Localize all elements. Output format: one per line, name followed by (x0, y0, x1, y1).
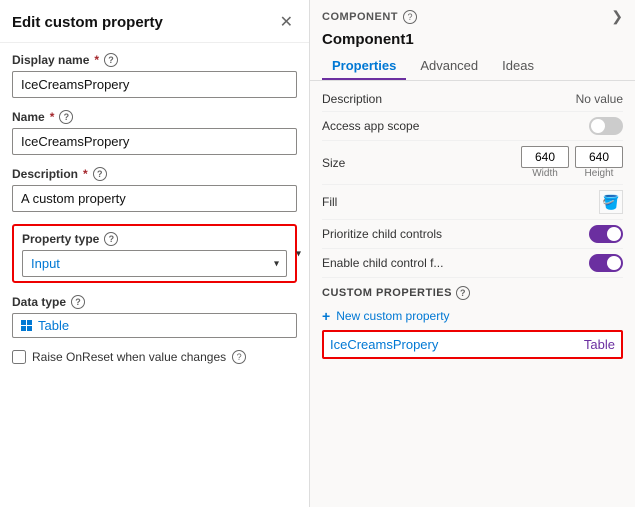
edit-property-panel: Edit custom property ✕ Display name * ? … (0, 0, 310, 507)
prop-label-size: Size (322, 156, 345, 170)
data-type-info-icon[interactable]: ? (71, 295, 85, 309)
tab-ideas[interactable]: Ideas (492, 52, 544, 80)
tab-advanced[interactable]: Advanced (410, 52, 488, 80)
property-type-label: Property type ? (22, 232, 287, 246)
name-label: Name * ? (12, 110, 297, 124)
name-input[interactable] (12, 128, 297, 155)
table-icon (21, 320, 32, 331)
display-name-input[interactable] (12, 71, 297, 98)
property-type-section: Property type ? Input Output Event ▾ (12, 224, 297, 283)
name-group: Name * ? (12, 110, 297, 155)
size-height-field: Height (575, 146, 623, 179)
display-name-group: Display name * ? (12, 53, 297, 98)
component-name: Component1 (310, 29, 635, 52)
right-panel-header: COMPONENT ? ❯ (310, 0, 635, 29)
custom-properties-label: CUSTOM PROPERTIES (322, 287, 452, 299)
required-star: * (94, 53, 99, 67)
prop-row-access-app-scope: Access app scope (322, 112, 623, 141)
toggle-knob (591, 119, 605, 133)
prop-label-enable-child: Enable child control f... (322, 256, 443, 270)
raise-onreset-row: Raise OnReset when value changes ? (12, 350, 297, 364)
size-inputs: Width Height (521, 146, 623, 179)
size-height-input[interactable] (575, 146, 623, 168)
access-app-scope-toggle[interactable] (589, 117, 623, 135)
data-type-select[interactable]: Table Text Number Boolean (38, 318, 288, 333)
prop-value-description: No value (576, 92, 623, 106)
fill-swatch[interactable]: 🪣 (599, 190, 623, 214)
data-type-label: Data type ? (12, 295, 297, 309)
size-width-input[interactable] (521, 146, 569, 168)
custom-prop-name[interactable]: IceCreamsPropery (330, 337, 438, 352)
raise-onreset-label: Raise OnReset when value changes (32, 350, 226, 364)
name-info-icon[interactable]: ? (59, 110, 73, 124)
description-label: Description * ? (12, 167, 297, 181)
new-custom-property-label: New custom property (336, 309, 449, 323)
prop-row-enable-child: Enable child control f... (322, 249, 623, 278)
component-info-icon[interactable]: ? (403, 10, 417, 24)
property-type-select[interactable]: Input Output Event (22, 250, 287, 277)
description-group: Description * ? (12, 167, 297, 212)
toggle-knob-2 (607, 227, 621, 241)
raise-onreset-info-icon[interactable]: ? (232, 350, 246, 364)
left-panel-header: Edit custom property ✕ (0, 0, 309, 43)
required-star-2: * (50, 110, 55, 124)
prop-row-fill: Fill 🪣 (322, 185, 623, 220)
property-type-select-wrapper: Input Output Event ▾ (22, 250, 287, 277)
custom-property-item: IceCreamsPropery Table (322, 330, 623, 359)
chevron-right-icon[interactable]: ❯ (611, 8, 623, 25)
tabs-row: Properties Advanced Ideas (310, 52, 635, 81)
tab-properties[interactable]: Properties (322, 52, 406, 80)
prioritize-child-toggle[interactable] (589, 225, 623, 243)
prop-row-prioritize-child: Prioritize child controls (322, 220, 623, 249)
prop-label-fill: Fill (322, 195, 337, 209)
display-name-info-icon[interactable]: ? (104, 53, 118, 67)
prop-label-prioritize-child: Prioritize child controls (322, 227, 442, 241)
size-width-field: Width (521, 146, 569, 179)
data-type-inner: Table Text Number Boolean ▾ (12, 313, 297, 338)
property-type-info-icon[interactable]: ? (104, 232, 118, 246)
required-star-3: * (83, 167, 88, 181)
description-info-icon[interactable]: ? (93, 167, 107, 181)
custom-properties-info-icon[interactable]: ? (456, 286, 470, 300)
prop-row-size: Size Width Height (322, 141, 623, 185)
right-panel-body: Description No value Access app scope Si… (310, 81, 635, 507)
prop-row-description: Description No value (322, 87, 623, 112)
enable-child-toggle[interactable] (589, 254, 623, 272)
description-input[interactable] (12, 185, 297, 212)
raise-onreset-checkbox[interactable] (12, 350, 26, 364)
component-panel: COMPONENT ? ❯ Component1 Properties Adva… (310, 0, 635, 507)
plus-icon: + (322, 308, 330, 324)
toggle-knob-3 (607, 256, 621, 270)
prop-label-access-app-scope: Access app scope (322, 119, 419, 133)
new-custom-property-row[interactable]: + New custom property (322, 304, 623, 330)
component-section-label: COMPONENT (322, 11, 398, 23)
size-width-label: Width (532, 168, 558, 179)
prop-label-description: Description (322, 92, 382, 106)
panel-title: Edit custom property (12, 14, 163, 31)
right-header-left: COMPONENT ? (322, 10, 417, 24)
close-button[interactable]: ✕ (276, 10, 297, 34)
left-panel-body: Display name * ? Name * ? Description * … (0, 43, 309, 507)
fill-bucket-icon: 🪣 (602, 194, 619, 211)
custom-prop-type: Table (584, 337, 615, 352)
display-name-label: Display name * ? (12, 53, 297, 67)
size-height-label: Height (585, 168, 614, 179)
custom-properties-header: CUSTOM PROPERTIES ? (322, 278, 623, 304)
data-type-section: Data type ? Table Text Number Boolean ▾ (12, 295, 297, 338)
